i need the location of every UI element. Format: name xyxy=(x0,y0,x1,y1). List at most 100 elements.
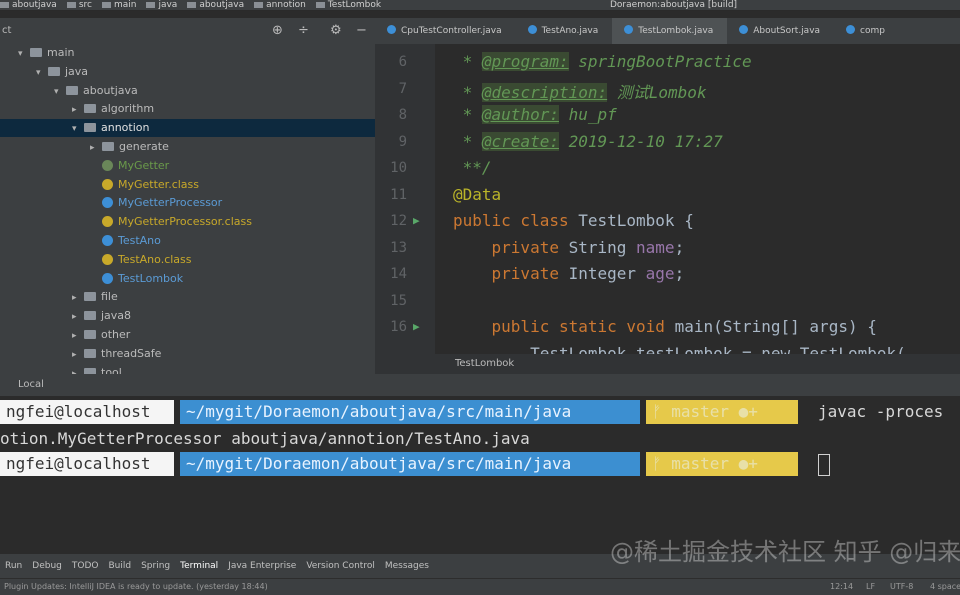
chevron-down-icon[interactable]: ▾ xyxy=(36,64,48,82)
chevron-down-icon[interactable]: ▾ xyxy=(72,120,84,138)
chevron-right-icon[interactable]: ▸ xyxy=(72,327,84,345)
prompt-branch-2: ᚠ master ●+ xyxy=(646,452,798,476)
editor-tab[interactable]: comp xyxy=(834,18,899,44)
line-number: 16 xyxy=(390,319,407,335)
line-number: 15 xyxy=(390,292,407,309)
tree-file[interactable]: TestAno xyxy=(0,232,375,250)
folder-icon xyxy=(84,311,96,321)
terminal[interactable]: ngfei@localhost ~/mygit/Doraemon/aboutja… xyxy=(0,396,960,544)
tree-folder-generate[interactable]: ▸ generate xyxy=(0,138,375,156)
breadcrumb-item[interactable]: annotion xyxy=(254,0,306,10)
chevron-right-icon[interactable]: ▸ xyxy=(72,308,84,326)
tree-folder-java[interactable]: ▾ java xyxy=(0,63,375,81)
status-line-separator[interactable]: LF xyxy=(866,579,875,595)
java-class-icon xyxy=(387,25,396,34)
tree-folder-other[interactable]: ▸ other xyxy=(0,326,375,344)
tool-window-build[interactable]: Build xyxy=(108,554,131,578)
editor-footer-class[interactable]: TestLombok xyxy=(375,358,514,369)
tool-window-todo[interactable]: TODO xyxy=(72,554,99,578)
tree-folder-main[interactable]: ▾ main xyxy=(0,44,375,62)
tree-file[interactable]: MyGetterProcessor.class xyxy=(0,213,375,231)
chevron-right-icon[interactable]: ▸ xyxy=(72,101,84,119)
breadcrumb-item[interactable]: aboutjava xyxy=(187,0,244,10)
chevron-right-icon[interactable]: ▸ xyxy=(72,346,84,364)
collapse-icon[interactable]: ÷ xyxy=(298,18,309,44)
tree-file[interactable]: TestLombok xyxy=(0,270,375,288)
code-line: private String name; xyxy=(491,237,685,257)
tool-window-run[interactable]: Run xyxy=(5,554,22,578)
status-message: Plugin Updates: IntelliJ IDEA is ready t… xyxy=(4,582,268,591)
tree-item-label: generate xyxy=(119,140,169,153)
breadcrumb-item[interactable]: src xyxy=(66,0,92,10)
status-encoding[interactable]: UTF-8 xyxy=(890,579,913,595)
breadcrumb-item[interactable]: java xyxy=(146,0,177,10)
run-config-select[interactable]: Doraemon:aboutjava [build] xyxy=(610,0,737,10)
breadcrumb: aboutjava src main java aboutjava annotion Tes… xyxy=(0,0,960,11)
tool-window-version-control[interactable]: Version Control xyxy=(306,554,375,578)
tool-window-spring[interactable]: Spring xyxy=(141,554,170,578)
breadcrumb-item[interactable]: aboutjava xyxy=(0,0,57,10)
breadcrumb-label: src xyxy=(78,0,92,10)
code-line: * @description: 测试Lombok xyxy=(453,82,707,102)
folder-icon xyxy=(84,330,96,339)
tool-window-java-enterprise[interactable]: Java Enterprise xyxy=(228,554,296,578)
prompt-path: ~/mygit/Doraemon/aboutjava/src/main/java xyxy=(180,400,640,424)
class-icon xyxy=(102,253,113,265)
chevron-right-icon[interactable]: ▸ xyxy=(90,139,102,157)
prompt-user-2: ngfei@localhost xyxy=(0,452,174,476)
breadcrumb-label: java xyxy=(158,0,178,10)
tree-folder-java8[interactable]: ▸ java8 xyxy=(0,307,375,325)
hide-icon[interactable]: − xyxy=(356,18,367,44)
status-bar: Plugin Updates: IntelliJ IDEA is ready t… xyxy=(0,578,960,595)
chevron-down-icon[interactable]: ▾ xyxy=(54,83,66,101)
editor-tab[interactable]: TestAno.java xyxy=(516,18,613,44)
java-class-icon xyxy=(624,25,634,34)
line-number: 8 xyxy=(398,107,407,123)
prompt-path-2: ~/mygit/Doraemon/aboutjava/src/main/java xyxy=(180,452,640,476)
line-number: 10 xyxy=(390,160,407,176)
tree-item-label: TestAno.class xyxy=(118,252,192,266)
code-editor[interactable]: 6 * @program: springBootPractice 7 * @des… xyxy=(375,44,960,363)
tab-label: comp xyxy=(860,26,885,36)
tool-window-messages[interactable]: Messages xyxy=(385,554,429,578)
editor-tab[interactable]: AboutSort.java xyxy=(727,18,834,44)
tree-folder-algorithm[interactable]: ▸ algorithm xyxy=(0,100,375,118)
tool-window-debug[interactable]: Debug xyxy=(32,554,62,578)
code-line: public static void main(String[] args) { xyxy=(491,317,877,336)
editor-tab[interactable]: CpuTestController.java xyxy=(375,18,516,44)
run-gutter-icon[interactable]: ▶ xyxy=(413,320,420,333)
line-number: 9 xyxy=(398,133,407,150)
chevron-down-icon[interactable]: ▾ xyxy=(18,45,30,63)
folder-icon xyxy=(84,104,96,114)
tree-file[interactable]: MyGetterProcessor xyxy=(0,194,375,212)
project-tree: ▾ main ▾ java ▾ aboutjava ▸ algorithm ▾ annotion ▸… xyxy=(0,44,375,379)
tree-folder-file[interactable]: ▸ file xyxy=(0,288,375,306)
code-line: @Data xyxy=(453,184,502,204)
class-icon xyxy=(102,159,113,171)
breadcrumb-item[interactable]: main xyxy=(101,0,137,10)
project-label: ct xyxy=(2,25,12,36)
status-position[interactable]: 12:14 xyxy=(830,579,853,595)
status-indent[interactable]: 4 spaces xyxy=(930,579,960,595)
chevron-right-icon[interactable]: ▸ xyxy=(72,289,84,307)
breadcrumb-item[interactable]: TestLombok xyxy=(315,0,382,10)
terminal-tab-local[interactable]: Local xyxy=(0,379,44,390)
tree-file[interactable]: MyGetter xyxy=(0,157,375,175)
breadcrumb-label: main xyxy=(113,0,137,10)
tree-file[interactable]: MyGetter.class xyxy=(0,176,375,194)
tree-file[interactable]: TestAno.class xyxy=(0,251,375,269)
editor-tab[interactable]: TestLombok.java xyxy=(612,18,728,44)
tree-item-label: TestAno xyxy=(118,234,161,247)
branch-name-2: master xyxy=(671,454,730,473)
breadcrumb-label: TestLombok xyxy=(327,0,382,10)
tree-folder-annotion[interactable]: ▾ annotion xyxy=(0,119,375,138)
run-gutter-icon[interactable]: ▶ xyxy=(413,214,420,227)
tree-folder-aboutjava[interactable]: ▾ aboutjava xyxy=(0,82,375,100)
line-number: 12 xyxy=(390,213,407,229)
tree-folder-threadsafe[interactable]: ▸ threadSafe xyxy=(0,345,375,363)
gear-icon[interactable]: ⚙ xyxy=(330,18,342,44)
tool-window-terminal[interactable]: Terminal xyxy=(180,554,218,578)
folder-icon xyxy=(84,123,96,133)
target-icon[interactable]: ⊕ xyxy=(272,18,283,44)
tree-item-label: aboutjava xyxy=(83,83,138,97)
